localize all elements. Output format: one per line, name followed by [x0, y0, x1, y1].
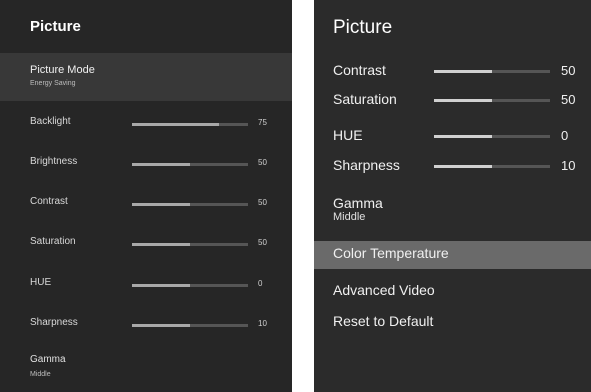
brightness-label: Brightness: [30, 156, 78, 167]
brightness-slider[interactable]: [132, 163, 248, 166]
right-picture-panel: Picture Contrast 50 Saturation 50 HUE 0 …: [314, 0, 591, 392]
sharpness-label: Sharpness: [30, 317, 78, 328]
hue-value-right: 0: [561, 128, 569, 143]
hue-label: HUE: [30, 277, 52, 288]
contrast-value-right: 50: [561, 63, 576, 78]
advanced-video-label: Advanced Video: [333, 282, 435, 298]
hue-value: 0: [258, 279, 263, 288]
sharpness-slider-fill-right: [434, 165, 492, 168]
color-temperature-item[interactable]: Color Temperature: [314, 241, 591, 269]
left-panel-title: Picture: [30, 18, 81, 35]
hue-label-right: HUE: [333, 127, 363, 143]
backlight-slider[interactable]: [132, 123, 248, 126]
backlight-value: 75: [258, 118, 267, 127]
reset-to-default-item[interactable]: Reset to Default: [314, 309, 591, 333]
contrast-slider[interactable]: [132, 203, 248, 206]
hue-slider-fill: [132, 284, 190, 287]
contrast-label-right: Contrast: [333, 62, 386, 78]
contrast-label: Contrast: [30, 196, 68, 207]
brightness-value: 50: [258, 158, 267, 167]
reset-to-default-label: Reset to Default: [333, 313, 434, 329]
sharpness-value-right: 10: [561, 158, 576, 173]
hue-slider-right[interactable]: [434, 135, 550, 138]
sharpness-value: 10: [258, 319, 267, 328]
sharpness-slider-fill: [132, 324, 190, 327]
contrast-slider-fill: [132, 203, 190, 206]
hue-slider[interactable]: [132, 284, 248, 287]
contrast-value: 50: [258, 198, 267, 207]
hue-slider-fill-right: [434, 135, 492, 138]
saturation-slider-fill-right: [434, 99, 492, 102]
right-panel-title: Picture: [333, 17, 393, 38]
saturation-slider[interactable]: [132, 243, 248, 246]
gamma-label-right: Gamma: [333, 195, 383, 211]
color-temperature-label: Color Temperature: [333, 245, 449, 261]
backlight-slider-fill: [132, 123, 219, 126]
contrast-slider-fill-right: [434, 70, 492, 73]
saturation-slider-right[interactable]: [434, 99, 550, 102]
saturation-label: Saturation: [30, 236, 76, 247]
picture-mode-value: Energy Saving: [30, 80, 76, 87]
brightness-slider-fill: [132, 163, 190, 166]
saturation-value: 50: [258, 238, 267, 247]
gamma-value: Middle: [30, 371, 51, 378]
sharpness-slider[interactable]: [132, 324, 248, 327]
advanced-video-item[interactable]: Advanced Video: [314, 278, 591, 302]
saturation-slider-fill: [132, 243, 190, 246]
picture-mode-item[interactable]: Picture Mode Energy Saving: [0, 53, 292, 101]
saturation-value-right: 50: [561, 92, 576, 107]
saturation-label-right: Saturation: [333, 91, 397, 107]
contrast-slider-right[interactable]: [434, 70, 550, 73]
backlight-label: Backlight: [30, 116, 71, 127]
sharpness-label-right: Sharpness: [333, 157, 400, 173]
picture-mode-label: Picture Mode: [30, 64, 95, 76]
left-picture-panel: Picture Picture Mode Energy Saving Backl…: [0, 0, 292, 392]
gamma-value-right: Middle: [333, 211, 366, 223]
sharpness-slider-right[interactable]: [434, 165, 550, 168]
gamma-label: Gamma: [30, 354, 66, 365]
